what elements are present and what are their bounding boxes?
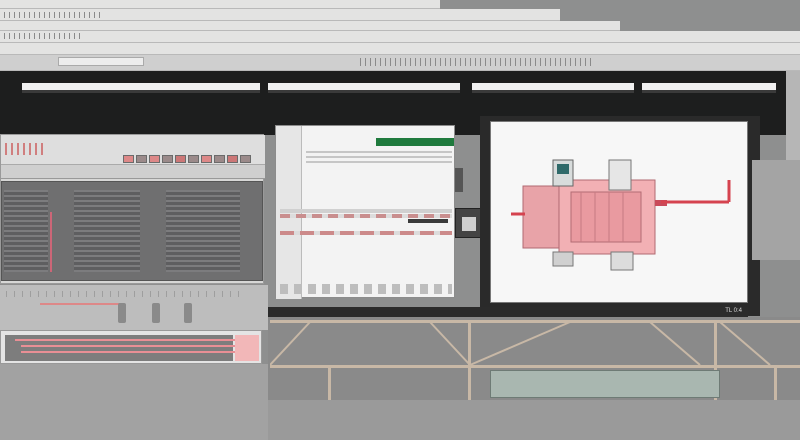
pillar-right — [786, 71, 800, 161]
floor-window — [490, 370, 720, 398]
meter-bar-3 — [21, 351, 235, 353]
floor-base — [268, 400, 800, 440]
light-vent-1 — [22, 83, 260, 93]
meter-panel — [0, 330, 262, 364]
top-toolbar-4 — [0, 31, 800, 43]
top-ruler-4 — [360, 58, 595, 66]
rack-column-3 — [166, 190, 240, 272]
light-vent-3 — [472, 83, 634, 93]
window-green-header — [376, 138, 454, 146]
rack-cable — [50, 212, 52, 272]
console-lower — [0, 284, 268, 330]
top-field[interactable] — [58, 57, 144, 66]
top-toolbar-3 — [0, 21, 620, 31]
window-rowlist — [306, 148, 452, 188]
top-toolbar-5 — [0, 43, 800, 55]
meter-bar-2 — [21, 345, 235, 347]
scaffold-braces — [270, 321, 771, 366]
console-subheader — [1, 165, 265, 179]
window-side-handle[interactable] — [455, 168, 463, 192]
light-vent-4 — [642, 83, 776, 93]
floor-left — [0, 364, 268, 440]
console-header — [1, 135, 265, 165]
right-wall — [752, 160, 800, 260]
control-knob-2[interactable] — [152, 303, 160, 323]
top-ruler-2 — [4, 33, 84, 39]
rack-column-2 — [74, 190, 140, 272]
top-ruler-1 — [4, 12, 104, 18]
top-toolbar-1 — [0, 0, 440, 9]
schematic-display — [490, 121, 748, 303]
data-window[interactable] — [275, 125, 455, 299]
window-footer — [280, 284, 452, 294]
control-knob-3[interactable] — [184, 303, 192, 323]
rack-panel — [1, 181, 263, 281]
display-statusbar: TL 0:4 — [268, 307, 748, 317]
meter-end-cap — [235, 335, 259, 361]
control-knob-1[interactable] — [118, 303, 126, 323]
indicator-row — [123, 150, 261, 163]
control-console — [0, 134, 265, 284]
rack-column-1 — [4, 190, 48, 272]
console-sliders — [6, 291, 246, 297]
pump-diagram-icon — [511, 159, 731, 271]
meter-bar-1 — [15, 339, 235, 341]
window-table — [280, 208, 452, 235]
light-vent-2 — [268, 83, 460, 93]
console-lower-line — [40, 303, 120, 305]
console-logo-marks — [5, 143, 45, 155]
